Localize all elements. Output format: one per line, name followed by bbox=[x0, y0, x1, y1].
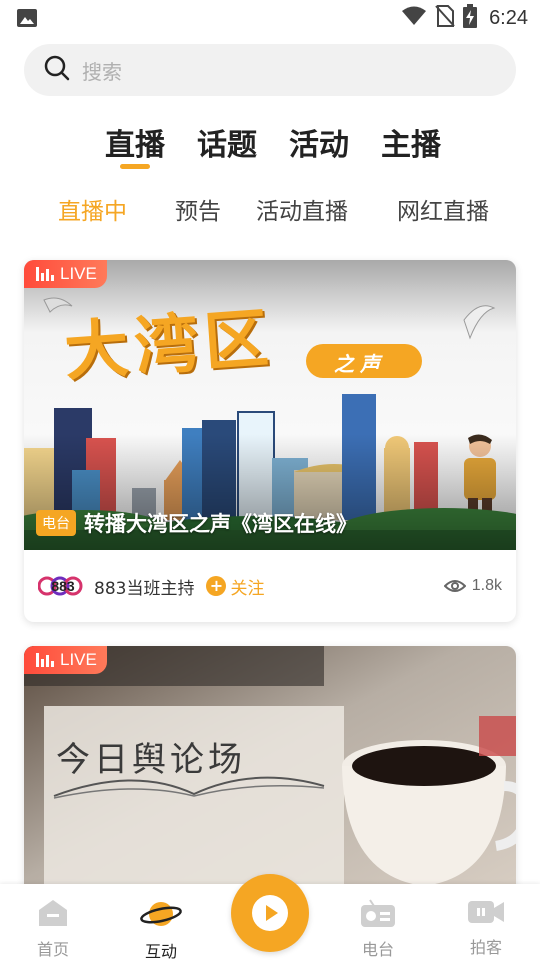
live-label: LIVE bbox=[60, 264, 97, 283]
follow-label: 关注 bbox=[230, 578, 265, 599]
nav-video-label: 拍客 bbox=[469, 938, 502, 957]
live-card[interactable]: 大湾区 之声 LIVE 电台 转播大湾区之声《湾区在线》 883 883当班主持… bbox=[24, 260, 516, 622]
live-card-cover[interactable]: 今日舆论场 LIVE bbox=[24, 646, 516, 906]
cover-title-text: 今日舆论场 bbox=[56, 740, 246, 780]
nav-radio-label: 电台 bbox=[361, 940, 394, 959]
nav-interact-label: 互动 bbox=[144, 942, 177, 960]
radio-icon bbox=[361, 899, 395, 927]
view-count-value: 1.8k bbox=[471, 577, 502, 594]
status-bar: 6:24 bbox=[0, 0, 540, 36]
live-badge: LIVE bbox=[24, 646, 107, 674]
search-input[interactable]: 搜索 bbox=[24, 44, 516, 96]
host-logo: 883 bbox=[38, 570, 88, 602]
wifi-icon bbox=[401, 6, 427, 30]
nav-interact[interactable]: 互动 bbox=[126, 898, 196, 960]
subtab-preview[interactable]: 预告 bbox=[175, 192, 221, 226]
radio-tag: 电台 bbox=[36, 510, 76, 536]
follow-button[interactable]: + 关注 bbox=[206, 574, 264, 599]
subtab-event-live[interactable]: 活动直播 bbox=[256, 192, 348, 226]
cover-title-text: 大湾区 bbox=[62, 300, 277, 391]
cover-subtitle-text: 之声 bbox=[334, 352, 386, 376]
eye-icon bbox=[443, 580, 466, 592]
live-card[interactable]: 今日舆论场 LIVE bbox=[24, 646, 516, 906]
nav-play-button[interactable] bbox=[231, 874, 309, 952]
subtab-live-now[interactable]: 直播中 bbox=[58, 192, 127, 226]
view-count: 1.8k bbox=[443, 577, 502, 595]
bottom-nav: 首页 互动 电台 拍客 bbox=[0, 874, 540, 960]
planet-icon bbox=[140, 902, 182, 926]
card-title: 转播大湾区之声《湾区在线》 bbox=[84, 512, 357, 536]
live-bars-icon bbox=[36, 653, 54, 667]
search-icon bbox=[44, 55, 70, 85]
nav-video[interactable]: 拍客 bbox=[451, 898, 521, 958]
main-tabs: 直播 话题 活动 主播 bbox=[105, 120, 473, 170]
nav-home-label: 首页 bbox=[36, 940, 69, 959]
card-footer: 883 883当班主持 + 关注 1.8k bbox=[24, 550, 516, 622]
gallery-notification-icon bbox=[16, 8, 38, 32]
host-name[interactable]: 883当班主持 bbox=[94, 574, 194, 599]
tab-anchors[interactable]: 主播 bbox=[381, 120, 441, 170]
no-sim-icon bbox=[435, 5, 455, 31]
battery-charging-icon bbox=[463, 4, 478, 32]
video-camera-icon bbox=[468, 901, 504, 923]
nav-home[interactable]: 首页 bbox=[18, 898, 88, 960]
sub-tabs: 直播中 预告 活动直播 网红直播 bbox=[58, 192, 518, 228]
subtab-influencer-live[interactable]: 网红直播 bbox=[397, 192, 489, 226]
live-label: LIVE bbox=[60, 650, 97, 669]
tab-topics[interactable]: 话题 bbox=[197, 120, 257, 170]
play-icon bbox=[252, 895, 288, 931]
nav-radio[interactable]: 电台 bbox=[343, 898, 413, 960]
status-time: 6:24 bbox=[489, 6, 528, 29]
home-icon bbox=[39, 900, 67, 926]
card-caption: 电台 转播大湾区之声《湾区在线》 bbox=[36, 508, 357, 538]
live-card-cover[interactable]: 大湾区 之声 LIVE 电台 转播大湾区之声《湾区在线》 bbox=[24, 260, 516, 550]
tab-live[interactable]: 直播 bbox=[105, 120, 165, 170]
live-bars-icon bbox=[36, 267, 54, 281]
svg-text:883: 883 bbox=[51, 578, 75, 594]
tab-activities[interactable]: 活动 bbox=[289, 120, 349, 170]
search-placeholder: 搜索 bbox=[82, 59, 122, 84]
live-badge: LIVE bbox=[24, 260, 107, 288]
plus-icon: + bbox=[206, 576, 227, 596]
